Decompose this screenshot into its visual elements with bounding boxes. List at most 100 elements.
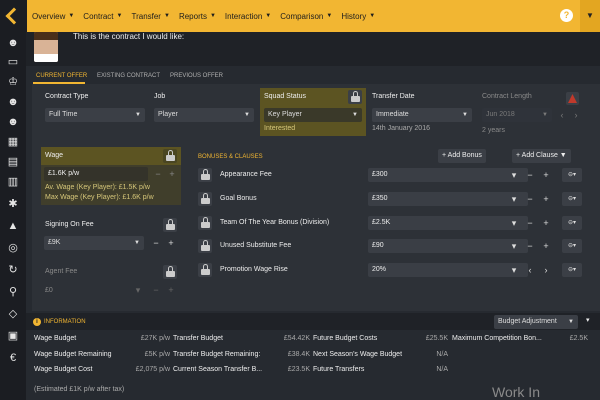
agent-fee-decrease-button[interactable]: −	[150, 284, 162, 296]
menu-contract[interactable]: Contract ▼	[83, 12, 122, 21]
chevron-down-icon[interactable]: ▾	[508, 169, 520, 181]
chevron-down-icon[interactable]: ▾	[508, 193, 520, 205]
bonus-value-field[interactable]: £350	[368, 192, 528, 206]
chevron-down-icon[interactable]: ▾	[508, 217, 520, 229]
agent-fee-lock-button[interactable]	[163, 265, 177, 279]
chevron-down-icon: ▼	[369, 13, 376, 19]
bonus-value-field[interactable]: £90	[368, 239, 528, 253]
bonus-options-button[interactable]: ⊖▾	[562, 263, 582, 277]
more-options-button[interactable]: ▼	[580, 0, 600, 32]
warning-button[interactable]	[566, 92, 579, 105]
bonus-decrease-button[interactable]: −	[524, 240, 536, 252]
menu-overview[interactable]: Overview ▼	[32, 12, 74, 21]
menu-label: Comparison	[280, 11, 324, 21]
lock-icon	[201, 240, 210, 251]
wage-increase-button[interactable]: +	[166, 168, 178, 180]
job-select[interactable]: Player ▼	[154, 108, 254, 122]
agent-fee-dropdown-button[interactable]: ▾	[132, 284, 144, 296]
signing-on-fee-decrease-button[interactable]: −	[150, 237, 162, 249]
squad-status-select[interactable]: Key Player ▼	[264, 108, 362, 122]
avatar	[34, 32, 58, 62]
bonus-increase-button[interactable]: +	[540, 193, 552, 205]
lock-icon	[166, 150, 175, 161]
calendar-icon[interactable]: ▥	[7, 176, 19, 188]
bonus-lock-button[interactable]	[198, 192, 212, 206]
bonus-value-field[interactable]: £300	[368, 168, 528, 182]
menu-label: History	[341, 11, 367, 21]
training-icon[interactable]: ✱	[7, 198, 19, 210]
signing-on-fee-lock-button[interactable]	[163, 218, 177, 232]
warning-icon	[568, 94, 577, 103]
finances-icon[interactable]: €	[7, 352, 19, 364]
budget-adjustment-select[interactable]: Budget Adjustment ▼	[494, 315, 578, 329]
menu-history[interactable]: History ▼	[341, 12, 375, 21]
lock-icon	[201, 217, 210, 228]
bonus-increase-button[interactable]: +	[540, 217, 552, 229]
wage-decrease-button[interactable]: −	[152, 168, 164, 180]
scout-search-icon[interactable]: ⚲	[7, 286, 19, 298]
tab-previous-offer[interactable]: PREVIOUS OFFER	[170, 73, 223, 79]
bonus-options-button[interactable]: ⊖▾	[562, 239, 582, 253]
inbox-icon[interactable]: ▭	[7, 56, 19, 68]
tab-current-offer[interactable]: CURRENT OFFER	[36, 73, 87, 79]
bonus-increase-button[interactable]: +	[540, 169, 552, 181]
briefcase-icon[interactable]: ▣	[7, 330, 19, 342]
wage-budget-value: £27K p/w	[140, 335, 170, 342]
bonus-name: Goal Bonus	[220, 195, 257, 202]
staff-icon[interactable]: ☻	[7, 116, 19, 128]
collapse-icon[interactable]: ▾	[586, 316, 590, 324]
tab-existing-contract[interactable]: EXISTING CONTRACT	[97, 73, 160, 79]
bonus-value-field[interactable]: £2.5K	[368, 216, 528, 230]
menu-reports[interactable]: Reports ▼	[179, 12, 216, 21]
bonus-lock-button[interactable]	[198, 239, 212, 253]
add-bonus-button[interactable]: + Add Bonus	[438, 149, 486, 163]
transfer-date-select[interactable]: Immediate ▼	[372, 108, 472, 122]
select-value: Key Player	[268, 111, 302, 118]
people-icon[interactable]: ☻	[7, 37, 19, 49]
bonus-options-button[interactable]: ⊖▾	[562, 192, 582, 206]
bonus-row-unused-substitute-fee: Unused Substitute Fee £90 ▾ − + ⊖▾	[198, 236, 584, 256]
wage-budget-remaining-label: Wage Budget Remaining	[34, 351, 112, 358]
bonus-options-button[interactable]: ⊖▾	[562, 216, 582, 230]
trophy-icon[interactable]: ♔	[7, 76, 19, 88]
squad-icon[interactable]: ☻	[7, 96, 19, 108]
chevron-down-icon: ▼	[326, 13, 333, 19]
add-clause-button[interactable]: + Add Clause ▼	[512, 149, 571, 163]
bonus-increase-button[interactable]: +	[540, 240, 552, 252]
scouting-icon[interactable]: ◎	[7, 242, 19, 254]
menu-comparison[interactable]: Comparison ▼	[280, 12, 332, 21]
contract-length-prev-button[interactable]: ‹	[556, 109, 568, 121]
bonus-lock-button[interactable]	[198, 216, 212, 230]
tactics-icon[interactable]: ▦	[7, 136, 19, 148]
lock-icon	[351, 91, 360, 102]
chevron-down-icon[interactable]: ▾	[508, 240, 520, 252]
bonus-prev-button[interactable]: ‹	[524, 264, 536, 276]
agent-fee-increase-button[interactable]: +	[165, 284, 177, 296]
club-badge-icon[interactable]: ◇	[7, 308, 19, 320]
bonus-decrease-button[interactable]: −	[524, 217, 536, 229]
help-icon[interactable]: ?	[560, 9, 573, 22]
contract-length-next-button[interactable]: ›	[570, 109, 582, 121]
bonus-lock-button[interactable]	[198, 168, 212, 182]
signing-on-fee-field[interactable]: £9K ▼	[44, 236, 144, 250]
squad-status-lock-button[interactable]	[348, 90, 362, 104]
contract-type-select[interactable]: Full Time ▼	[45, 108, 145, 122]
contract-length-select[interactable]: Jun 2018 ▼	[482, 108, 552, 122]
bonus-options-button[interactable]: ⊖▾	[562, 168, 582, 182]
transfers-icon[interactable]: ↻	[7, 264, 19, 276]
bonus-lock-button[interactable]	[198, 263, 212, 277]
future-transfers-label: Future Transfers	[313, 366, 365, 373]
menu-interaction[interactable]: Interaction ▼	[225, 12, 271, 21]
bonus-value-field[interactable]: 20%	[368, 263, 528, 277]
wage-lock-button[interactable]	[163, 149, 177, 163]
wage-field[interactable]: £1.6K p/w	[44, 167, 148, 181]
bonus-decrease-button[interactable]: −	[524, 193, 536, 205]
signing-on-fee-increase-button[interactable]: +	[165, 237, 177, 249]
chevron-down-icon[interactable]: ▾	[508, 264, 520, 276]
bonus-next-button[interactable]: ›	[540, 264, 552, 276]
home-button[interactable]	[0, 0, 27, 32]
schedule-icon[interactable]: ▤	[7, 156, 19, 168]
medical-icon[interactable]: ▲	[7, 220, 19, 232]
bonus-decrease-button[interactable]: −	[524, 169, 536, 181]
menu-transfer[interactable]: Transfer ▼	[131, 12, 169, 21]
